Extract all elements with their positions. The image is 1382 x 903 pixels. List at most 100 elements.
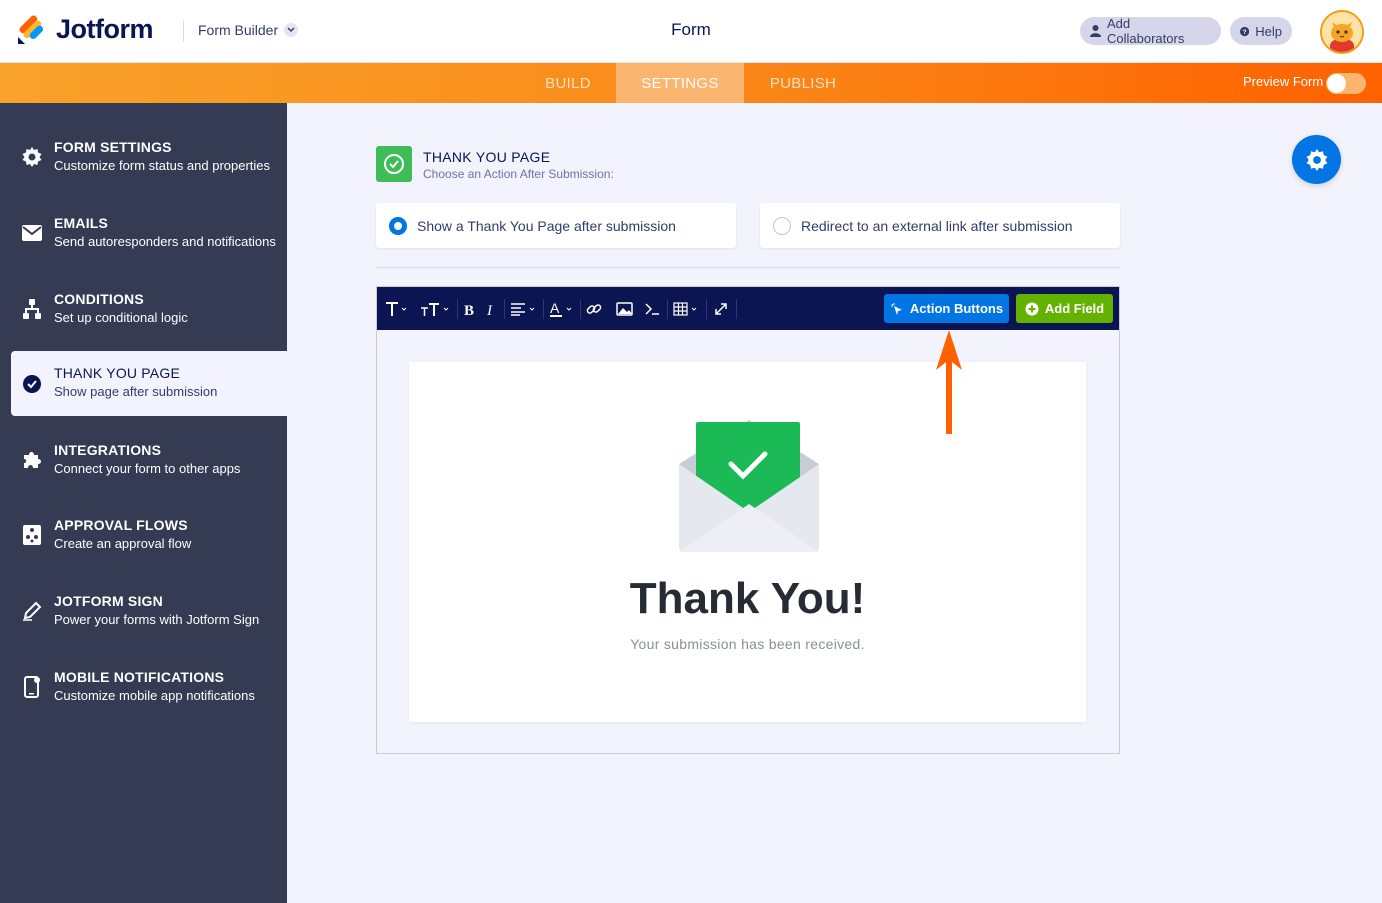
- thank-you-editor: B I A Action Buttons Add Field Thank You…: [376, 286, 1120, 754]
- option-label: Redirect to an external link after submi…: [801, 217, 1073, 234]
- sidebar-item-title: THANK YOU PAGE: [54, 365, 180, 381]
- toolbar-divider: [706, 299, 707, 319]
- sidebar-item-subtitle: Customize mobile app notifications: [54, 688, 255, 703]
- preview-form-toggle[interactable]: [1326, 73, 1366, 94]
- gear-icon: [1306, 148, 1327, 171]
- plus-circle-icon: [1025, 302, 1039, 315]
- action-buttons-label: Action Buttons: [909, 301, 1004, 316]
- envelope-check-icon: [679, 420, 819, 552]
- settings-sidebar: FORM SETTINGS Customize form status and …: [0, 103, 287, 903]
- preview-form-label: Preview Form: [1243, 74, 1324, 89]
- check-circle-icon: [376, 146, 412, 182]
- sidebar-item-title: MOBILE NOTIFICATIONS: [54, 669, 225, 685]
- sidebar-item-subtitle: Power your forms with Jotform Sign: [54, 612, 260, 627]
- toolbar-divider: [504, 299, 505, 319]
- text-format-icon[interactable]: [383, 299, 409, 319]
- table-icon[interactable]: [673, 299, 701, 319]
- jotform-logo-icon: [18, 15, 44, 44]
- align-icon[interactable]: [510, 299, 538, 319]
- italic-icon[interactable]: I: [485, 299, 497, 319]
- svg-text:?: ?: [1243, 28, 1247, 35]
- option-label: Show a Thank You Page after submission: [417, 217, 676, 234]
- help-button[interactable]: ? Help: [1230, 17, 1292, 45]
- gear-icon: [22, 147, 42, 167]
- tab-settings[interactable]: SETTINGS: [616, 63, 744, 103]
- bold-icon[interactable]: B: [463, 299, 477, 319]
- text-color-icon[interactable]: A: [549, 299, 575, 319]
- sidebar-item-conditions[interactable]: CONDITIONS Set up conditional logic: [0, 277, 287, 341]
- radio-checked[interactable]: [389, 216, 407, 235]
- add-field-button[interactable]: Add Field: [1016, 294, 1113, 323]
- sidebar-item-form-settings[interactable]: FORM SETTINGS Customize form status and …: [0, 125, 287, 189]
- sidebar-item-subtitle: Create an approval flow: [54, 536, 192, 551]
- question-icon: ?: [1240, 26, 1250, 36]
- sidebar-item-title: CONDITIONS: [54, 291, 144, 307]
- toolbar-divider: [457, 299, 458, 319]
- sidebar-item-title: EMAILS: [54, 215, 109, 231]
- toggle-knob: [1327, 74, 1346, 93]
- arrow-up-icon: [936, 330, 962, 434]
- sidebar-item-integrations[interactable]: INTEGRATIONS Connect your form to other …: [0, 428, 287, 492]
- sidebar-item-subtitle: Set up conditional logic: [54, 310, 188, 325]
- sidebar-item-emails[interactable]: EMAILS Send autoresponders and notificat…: [0, 201, 287, 265]
- toolbar-divider: [667, 299, 668, 319]
- divider: [183, 20, 184, 42]
- svg-text:B: B: [464, 303, 474, 317]
- sidebar-item-jotform-sign[interactable]: JOTFORM SIGN Power your forms with Jotfo…: [0, 579, 287, 643]
- svg-text:A: A: [550, 301, 560, 316]
- sidebar-item-thank-you-page[interactable]: THANK YOU PAGE Show page after submissio…: [11, 351, 287, 416]
- sidebar-item-subtitle: Customize form status and properties: [54, 158, 271, 173]
- thank-you-preview-card[interactable]: Thank You! Your submission has been rece…: [409, 362, 1086, 722]
- check-circle-icon: [22, 374, 42, 394]
- tab-publish[interactable]: PUBLISH: [744, 63, 862, 103]
- builder-nav: BUILD SETTINGS PUBLISH Preview Form: [0, 63, 1382, 103]
- form-builder-menu[interactable]: Form Builder: [198, 22, 299, 38]
- sidebar-item-approval-flows[interactable]: APPROVAL FLOWS Create an approval flow: [0, 503, 287, 567]
- sidebar-item-title: INTEGRATIONS: [54, 442, 162, 458]
- sidebar-item-title: APPROVAL FLOWS: [54, 517, 188, 533]
- divider: [376, 267, 1120, 268]
- code-icon[interactable]: [643, 299, 661, 319]
- svg-text:I: I: [486, 303, 493, 317]
- image-icon[interactable]: [615, 299, 633, 319]
- sidebar-item-title: FORM SETTINGS: [54, 139, 172, 155]
- option-show-thank-you-page[interactable]: Show a Thank You Page after submission: [376, 203, 736, 248]
- sidebar-item-mobile-notifications[interactable]: MOBILE NOTIFICATIONS Customize mobile ap…: [0, 655, 287, 719]
- expand-icon[interactable]: [712, 299, 730, 319]
- section-title: THANK YOU PAGE: [423, 149, 551, 165]
- settings-gear-button[interactable]: [1292, 135, 1341, 184]
- section-subtitle: Choose an Action After Submission:: [423, 167, 614, 181]
- page-title[interactable]: Form: [671, 20, 711, 39]
- cat-avatar-icon: [1322, 12, 1362, 52]
- font-size-icon[interactable]: [419, 299, 451, 319]
- sidebar-item-title: JOTFORM SIGN: [54, 593, 163, 609]
- tab-build[interactable]: BUILD: [520, 63, 616, 103]
- logo-text: Jotform: [56, 14, 154, 44]
- sitemap-icon: [22, 299, 42, 319]
- action-buttons-button[interactable]: Action Buttons: [884, 294, 1009, 323]
- thank-you-header: THANK YOU PAGE Choose an Action After Su…: [376, 146, 614, 182]
- user-icon: [1090, 25, 1101, 37]
- link-icon[interactable]: [585, 299, 603, 319]
- jotform-logo[interactable]: Jotform: [16, 14, 154, 45]
- approval-icon: [22, 525, 42, 545]
- chevron-down-icon: [284, 23, 299, 37]
- editor-toolbar: B I A Action Buttons Add Field: [377, 287, 1119, 330]
- option-redirect-external[interactable]: Redirect to an external link after submi…: [760, 203, 1120, 248]
- toolbar-divider: [736, 299, 737, 319]
- form-builder-label: Form Builder: [198, 22, 279, 38]
- radio-unchecked[interactable]: [773, 216, 791, 235]
- help-label: Help: [1255, 23, 1282, 39]
- pen-icon: [22, 601, 42, 621]
- sidebar-item-subtitle: Show page after submission: [54, 384, 218, 399]
- mobile-icon: [22, 676, 42, 698]
- add-collaborators-label: Add Collaborators: [1107, 16, 1185, 46]
- thank-you-heading: Thank You!: [629, 574, 866, 623]
- toolbar-divider: [580, 299, 581, 319]
- cursor-click-icon: [890, 302, 902, 315]
- user-avatar[interactable]: [1320, 10, 1364, 54]
- envelope-icon: [22, 223, 42, 243]
- sidebar-item-subtitle: Connect your form to other apps: [54, 461, 241, 476]
- add-collaborators-button[interactable]: Add Collaborators: [1080, 16, 1221, 46]
- sidebar-item-subtitle: Send autoresponders and notifications: [54, 234, 276, 249]
